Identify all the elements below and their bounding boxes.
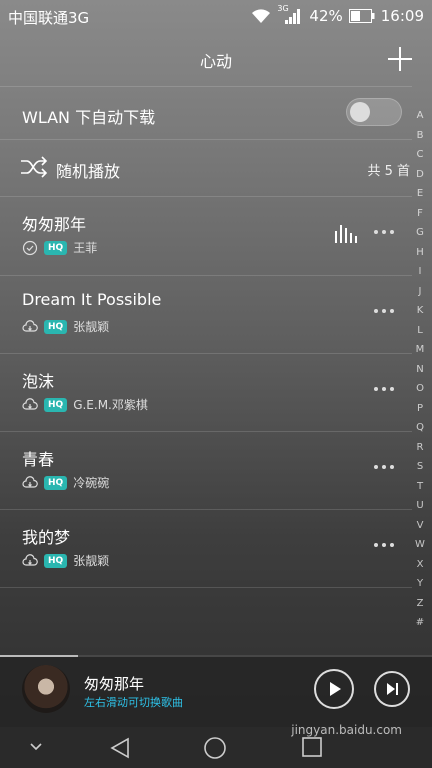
equalizer-icon	[335, 225, 357, 243]
song-count: 共 5 首	[367, 164, 410, 179]
check-circle-icon	[22, 240, 38, 255]
more-options-icon[interactable]	[374, 309, 394, 313]
hq-badge: HQ	[44, 553, 68, 568]
signal-icon: 3G	[277, 4, 303, 24]
index-letter[interactable]: K	[417, 301, 424, 321]
add-button[interactable]	[386, 45, 414, 73]
back-icon[interactable]	[108, 736, 132, 760]
list-item[interactable]: 泡沫 HQ G.E.M.邓紫棋	[0, 354, 412, 432]
cloud-download-icon	[22, 553, 38, 566]
song-title: Dream It Possible	[22, 290, 162, 309]
cloud-download-icon	[22, 475, 38, 488]
song-title: 我的梦	[22, 528, 71, 547]
progress-bar	[0, 655, 78, 657]
hq-badge: HQ	[44, 240, 68, 255]
song-artist: G.E.M.邓紫棋	[73, 398, 148, 412]
toggle-knob	[350, 102, 370, 122]
list-item[interactable]: 我的梦 HQ 张靓颖	[0, 510, 412, 588]
wlan-toggle[interactable]	[346, 98, 402, 126]
status-bar: 中国联通3G 3G 42% 16:09	[0, 0, 432, 32]
carrier-name: 中国联通3G	[8, 9, 90, 27]
shuffle-label: 随机播放	[56, 162, 121, 181]
index-letter[interactable]: A	[417, 106, 424, 126]
list-item[interactable]: 青春 HQ 冷碗碗	[0, 432, 412, 510]
divider	[0, 587, 412, 588]
index-letter[interactable]: D	[416, 165, 424, 185]
chevron-down-icon[interactable]	[28, 741, 44, 753]
alphabet-index[interactable]: A B C D E F G H I J K L M N O P Q R S T U V W X Y Z #	[411, 106, 429, 633]
swipe-hint: 左右滑动可切换歌曲	[84, 696, 183, 709]
list-item[interactable]: 匆匆那年 HQ 王菲	[0, 197, 412, 275]
song-meta: HQ 王菲	[22, 239, 97, 256]
index-letter[interactable]: H	[416, 243, 424, 263]
clock: 16:09	[380, 7, 424, 25]
song-artist: 冷碗碗	[73, 476, 110, 490]
list-item[interactable]: Dream It Possible HQ 张靓颖	[0, 276, 412, 354]
index-letter[interactable]: F	[417, 204, 423, 224]
recent-apps-icon[interactable]	[301, 736, 323, 758]
battery-icon	[348, 9, 375, 23]
index-letter[interactable]: R	[417, 438, 424, 458]
song-title: 匆匆那年	[22, 215, 87, 234]
more-options-icon[interactable]	[374, 230, 394, 234]
index-letter[interactable]: Z	[417, 594, 424, 614]
more-options-icon[interactable]	[374, 543, 394, 547]
index-letter[interactable]: V	[417, 516, 424, 536]
index-letter[interactable]: #	[416, 613, 424, 633]
title-bar: 心动	[0, 32, 432, 86]
more-options-icon[interactable]	[374, 465, 394, 469]
navigation-bar: jingyan.baidu.com	[0, 723, 432, 768]
index-letter[interactable]: P	[417, 399, 423, 419]
song-meta: HQ G.E.M.邓紫棋	[22, 396, 148, 413]
home-icon[interactable]	[203, 736, 227, 760]
index-letter[interactable]: T	[417, 477, 423, 497]
play-button[interactable]	[314, 669, 354, 709]
next-button[interactable]	[374, 671, 410, 707]
index-letter[interactable]: Y	[417, 574, 423, 594]
index-letter[interactable]: C	[417, 145, 424, 165]
hq-badge: HQ	[44, 397, 68, 412]
index-letter[interactable]: X	[417, 555, 424, 575]
hq-badge: HQ	[44, 475, 68, 490]
index-letter[interactable]: J	[419, 282, 422, 302]
song-artist: 王菲	[73, 241, 98, 255]
index-letter[interactable]: U	[416, 496, 423, 516]
index-letter[interactable]: E	[417, 184, 423, 204]
song-meta: HQ 张靓颖	[22, 552, 109, 569]
status-icons: 3G 42% 16:09	[251, 4, 424, 25]
index-letter[interactable]: W	[415, 535, 425, 555]
watermark: jingyan.baidu.com	[291, 723, 402, 737]
battery-percent: 42%	[309, 7, 343, 25]
shuffle-play-row[interactable]: 随机播放 共 5 首	[0, 140, 412, 196]
song-artist: 张靓颖	[73, 554, 110, 568]
skip-next-icon	[387, 683, 398, 695]
album-art[interactable]	[22, 665, 70, 713]
wlan-label: WLAN 下自动下载	[22, 108, 156, 127]
play-icon	[330, 682, 341, 696]
index-letter[interactable]: N	[416, 360, 423, 380]
index-letter[interactable]: I	[419, 262, 422, 282]
shuffle-icon	[21, 156, 48, 178]
index-letter[interactable]: L	[417, 321, 423, 341]
wlan-auto-download-row: WLAN 下自动下载	[0, 87, 412, 139]
now-playing-bar[interactable]: 匆匆那年 左右滑动可切换歌曲	[0, 655, 432, 727]
index-letter[interactable]: O	[416, 379, 424, 399]
index-letter[interactable]: G	[416, 223, 424, 243]
hq-badge: HQ	[44, 319, 68, 334]
song-artist: 张靓颖	[73, 320, 110, 334]
song-title: 泡沫	[22, 372, 55, 391]
song-title: 青春	[22, 450, 55, 469]
index-letter[interactable]: B	[417, 126, 424, 146]
index-letter[interactable]: M	[416, 340, 425, 360]
wifi-icon	[252, 9, 271, 23]
cloud-download-icon	[22, 319, 38, 332]
cloud-download-icon	[22, 397, 38, 410]
more-options-icon[interactable]	[374, 387, 394, 391]
song-meta: HQ 张靓颖	[22, 318, 109, 335]
song-meta: HQ 冷碗碗	[22, 474, 109, 491]
now-playing-title: 匆匆那年	[84, 675, 145, 693]
index-letter[interactable]: S	[417, 457, 423, 477]
index-letter[interactable]: Q	[416, 418, 424, 438]
page-title: 心动	[199, 52, 232, 71]
